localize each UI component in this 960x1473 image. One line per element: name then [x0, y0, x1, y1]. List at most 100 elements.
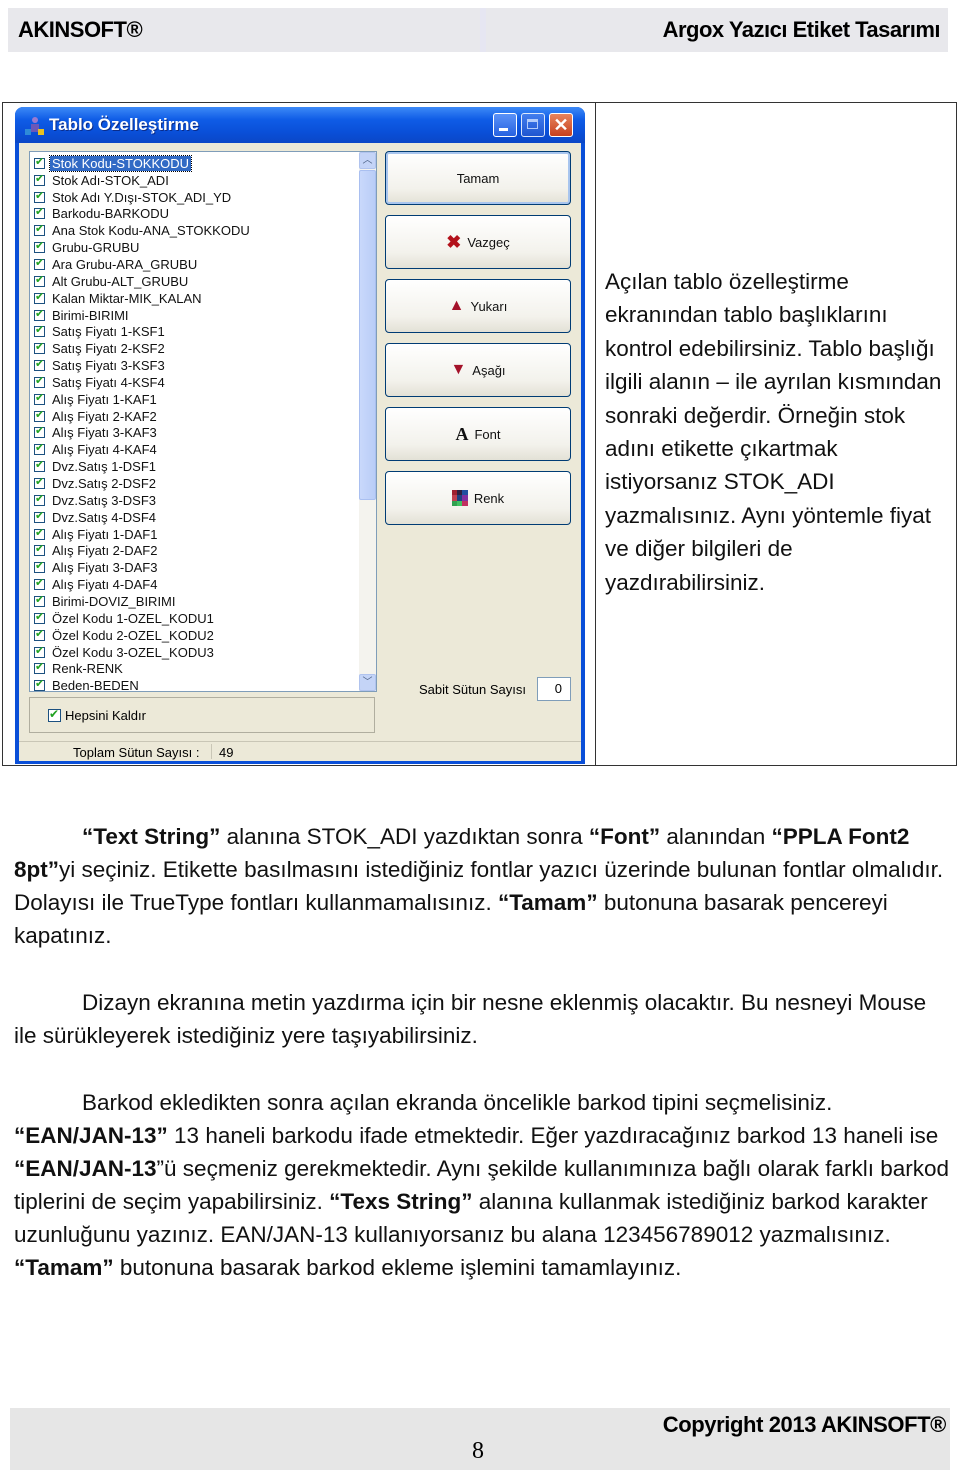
- minimize-button[interactable]: [493, 113, 517, 137]
- bold-term: “EAN/JAN-13: [14, 1156, 157, 1181]
- move-down-button[interactable]: ▼ Aşağı: [385, 343, 571, 397]
- chevron-down-icon: ﹀: [362, 677, 373, 688]
- checkbox-checked-icon[interactable]: [34, 256, 45, 270]
- checkbox-checked-icon[interactable]: [34, 155, 45, 169]
- checkbox-checked-icon[interactable]: [34, 526, 45, 540]
- ok-button[interactable]: Tamam: [385, 151, 571, 205]
- column-list-item[interactable]: Birimi-DOVIZ_BIRIMI: [34, 593, 178, 610]
- column-list-item[interactable]: Alış Fiyatı 4-KAF4: [34, 441, 159, 458]
- checkbox-checked-icon[interactable]: [34, 323, 45, 338]
- column-list-item[interactable]: Alt Grubu-ALT_GRUBU: [34, 273, 190, 290]
- checkbox-checked-icon[interactable]: [34, 239, 45, 254]
- move-up-button[interactable]: ▲ Yukarı: [385, 279, 571, 333]
- checkbox-checked-icon[interactable]: [34, 627, 45, 641]
- checkbox-checked-icon[interactable]: [34, 441, 45, 456]
- checkbox-checked-icon[interactable]: [34, 458, 45, 473]
- cancel-button-label: Vazgeç: [467, 234, 510, 250]
- checkbox-checked-icon[interactable]: [34, 593, 45, 607]
- text-run: 13 haneli barkodu ifade etmektedir. Eğer…: [167, 1123, 939, 1148]
- column-list-item[interactable]: Birimi-BIRIMI: [34, 307, 131, 324]
- column-list-item[interactable]: Özel Kodu 3-OZEL_KODU3: [34, 644, 216, 661]
- checkbox-checked-icon[interactable]: [34, 509, 45, 523]
- column-list-item-label: Dvz.Satış 1-DSF1: [52, 459, 157, 475]
- column-list-item-label: Barkodu-BARKODU: [52, 206, 170, 222]
- column-list-item[interactable]: Dvz.Satış 4-DSF4: [34, 509, 158, 526]
- checkbox-checked-icon[interactable]: [34, 576, 45, 591]
- column-list-item-label: Ara Grubu-ARA_GRUBU: [52, 256, 198, 272]
- checkbox-checked-icon[interactable]: [34, 677, 45, 691]
- column-list[interactable]: Beden-BEDENRenk-RENKÖzel Kodu 3-OZEL_KOD…: [29, 151, 377, 692]
- checkbox-checked-icon[interactable]: [34, 391, 45, 405]
- column-list-item[interactable]: Özel Kodu 2-OZEL_KODU2: [34, 627, 216, 644]
- maximize-button[interactable]: [521, 113, 545, 137]
- column-list-item[interactable]: Dvz.Satış 3-DSF3: [34, 492, 158, 509]
- checkbox-checked-icon[interactable]: [34, 475, 45, 490]
- bold-term: “Texs String”: [329, 1189, 473, 1214]
- column-list-item[interactable]: Alış Fiyatı 2-KAF2: [34, 408, 159, 425]
- column-list-item[interactable]: Dvz.Satış 2-DSF2: [34, 475, 158, 492]
- checkbox-checked-icon[interactable]: [34, 189, 45, 203]
- checkbox-checked-icon[interactable]: [34, 610, 45, 624]
- close-icon: ✕: [553, 115, 569, 135]
- column-list-item[interactable]: Renk-RENK: [34, 660, 125, 678]
- column-list-item[interactable]: Ana Stok Kodu-ANA_STOKKODU: [34, 222, 252, 239]
- column-list-item[interactable]: Satış Fiyatı 1-KSF1: [34, 323, 167, 341]
- checkbox-checked-icon[interactable]: [34, 374, 45, 388]
- column-list-item[interactable]: Alış Fiyatı 3-KAF3: [34, 424, 159, 442]
- checkbox-checked-icon[interactable]: [34, 290, 45, 304]
- column-list-item-label: Satış Fiyatı 2-KSF2: [52, 341, 165, 357]
- list-scrollbar[interactable]: ︿ ﹀: [359, 152, 376, 691]
- move-down-button-label: Aşağı: [472, 362, 506, 378]
- column-list-item[interactable]: Beden-BEDEN: [34, 677, 141, 691]
- column-list-item[interactable]: Satış Fiyatı 4-KSF4: [34, 374, 167, 391]
- checkbox-checked-icon[interactable]: [34, 340, 45, 355]
- close-button[interactable]: ✕: [549, 113, 573, 137]
- column-list-item[interactable]: Alış Fiyatı 1-DAF1: [34, 526, 159, 543]
- checkbox-checked-icon[interactable]: [34, 172, 45, 186]
- checkbox-checked-icon[interactable]: [34, 542, 45, 557]
- font-button[interactable]: A Font: [385, 407, 571, 461]
- arrow-up-icon: ▲: [448, 297, 465, 314]
- column-list-item[interactable]: Satış Fiyatı 3-KSF3: [34, 357, 167, 374]
- select-all-label: Hepsini Kaldır: [65, 708, 146, 723]
- column-list-item[interactable]: Barkodu-BARKODU: [34, 205, 171, 223]
- select-all-checkbox[interactable]: Hepsini Kaldır: [48, 707, 146, 723]
- column-list-item[interactable]: Stok Adı-STOK_ADI: [34, 172, 171, 189]
- checkbox-checked-icon[interactable]: [34, 307, 45, 321]
- column-list-item[interactable]: Alış Fiyatı 3-DAF3: [34, 559, 159, 576]
- brand-name: AKINSOFT®: [18, 17, 143, 42]
- fixed-columns-input[interactable]: 0: [537, 677, 571, 701]
- column-list-item[interactable]: Kalan Miktar-MIK_KALAN: [34, 290, 204, 307]
- checkbox-checked-icon[interactable]: [34, 660, 45, 675]
- cancel-button[interactable]: ✖ Vazgeç: [385, 215, 571, 269]
- checkbox-checked-icon[interactable]: [34, 644, 45, 658]
- column-list-item[interactable]: Dvz.Satış 1-DSF1: [34, 458, 158, 475]
- column-list-item-label: Özel Kodu 1-OZEL_KODU1: [52, 610, 214, 626]
- scroll-down-button[interactable]: ﹀: [359, 674, 376, 691]
- column-list-item[interactable]: Özel Kodu 1-OZEL_KODU1: [34, 610, 216, 627]
- window-titlebar[interactable]: Tablo Özelleştirme ✕: [15, 107, 585, 143]
- checkbox-checked-icon[interactable]: [34, 424, 45, 439]
- column-list-item[interactable]: Alış Fiyatı 1-KAF1: [34, 391, 159, 408]
- column-list-item[interactable]: Satış Fiyatı 2-KSF2: [34, 340, 167, 357]
- column-list-item[interactable]: Alış Fiyatı 4-DAF4: [34, 576, 159, 593]
- checkbox-checked-icon[interactable]: [34, 492, 45, 506]
- checkbox-checked-icon[interactable]: [34, 559, 45, 574]
- scroll-thumb[interactable]: [359, 170, 376, 500]
- checkbox-checked-icon[interactable]: [34, 408, 45, 422]
- column-list-item[interactable]: Stok Kodu-STOKKODU: [34, 154, 193, 172]
- checkbox-checked-icon[interactable]: [34, 357, 45, 372]
- checkbox-checked-icon[interactable]: [34, 222, 45, 237]
- column-list-item[interactable]: Stok Adı Y.Dışı-STOK_ADI_YD: [34, 189, 233, 206]
- checkbox-checked-icon[interactable]: [34, 205, 45, 220]
- page-header-left: AKINSOFT®: [8, 8, 480, 52]
- column-list-item-label: Alt Grubu-ALT_GRUBU: [52, 273, 189, 289]
- column-list-item[interactable]: Grubu-GRUBU: [34, 239, 141, 256]
- column-list-item[interactable]: Alış Fiyatı 2-DAF2: [34, 542, 159, 560]
- scroll-up-button[interactable]: ︿: [359, 152, 376, 169]
- copyright: Copyright 2013 AKINSOFT®: [662, 1412, 947, 1437]
- column-list-item[interactable]: Ara Grubu-ARA_GRUBU: [34, 256, 199, 273]
- color-button[interactable]: Renk: [385, 471, 571, 525]
- checkbox-checked-icon[interactable]: [34, 273, 45, 287]
- column-list-item-label: Ana Stok Kodu-ANA_STOKKODU: [52, 223, 250, 239]
